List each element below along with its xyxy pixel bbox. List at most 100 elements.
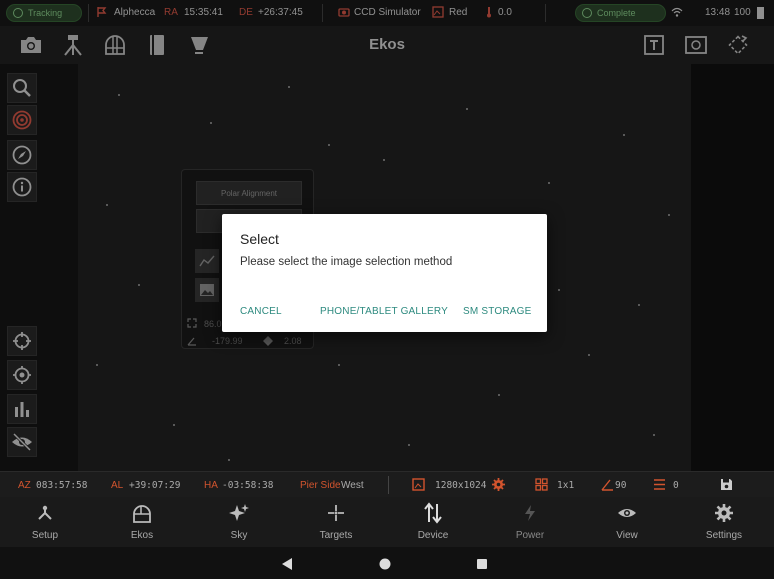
setup-icon [38, 505, 52, 520]
al-value: +39:07:29 [129, 480, 181, 491]
home-icon[interactable] [378, 557, 392, 571]
storage-button[interactable]: SM STORAGE [463, 306, 532, 317]
tracking-pill[interactable]: Tracking [6, 4, 82, 22]
divider [322, 4, 323, 22]
dialog-title: Select [240, 231, 279, 247]
nav-setup[interactable]: Setup [10, 501, 80, 541]
bar-chart-icon [15, 402, 29, 417]
gear-icon[interactable] [492, 478, 505, 491]
star [106, 204, 108, 206]
center-target-button[interactable] [7, 360, 37, 390]
image-button[interactable] [195, 278, 219, 302]
ra-label: RA [164, 7, 178, 18]
star [653, 434, 655, 436]
angle-icon [187, 337, 196, 346]
histogram-button[interactable] [7, 394, 37, 424]
nav-device[interactable]: Device [398, 501, 468, 541]
cancel-button[interactable]: CANCEL [240, 306, 282, 317]
de-value: +26:37:45 [258, 7, 303, 18]
sparkle-icon [229, 504, 249, 521]
status-icon [582, 8, 592, 18]
ha-label: HA [204, 480, 218, 491]
compass-icon [12, 145, 32, 165]
wifi-icon [671, 7, 683, 17]
az-label: AZ [18, 480, 31, 491]
bottom-navigation: Setup Ekos Sky Targets Device Power View… [0, 497, 774, 547]
zoom-button[interactable] [7, 73, 37, 103]
hide-overlay-button[interactable] [7, 427, 37, 457]
gear-icon [715, 504, 733, 522]
az-value: 083:57:58 [36, 480, 88, 491]
search-icon [13, 79, 31, 97]
ra-value: 15:35:41 [184, 7, 223, 18]
image-icon [200, 284, 214, 296]
star [668, 214, 670, 216]
polar-alignment-button[interactable]: Polar Alignment [196, 181, 302, 205]
targets-icon [328, 505, 344, 521]
rotate-icon[interactable] [724, 31, 752, 59]
target-button[interactable] [7, 105, 37, 135]
nav-label: Settings [705, 530, 743, 541]
ha-value: -03:58:38 [222, 480, 274, 491]
gps-fixed-icon [13, 366, 31, 384]
star [498, 394, 500, 396]
capture-status: Complete [597, 8, 636, 18]
nav-label: Ekos [130, 530, 154, 541]
recents-icon[interactable] [475, 557, 489, 571]
nav-sky[interactable]: Sky [204, 501, 274, 541]
swap-vertical-icon [424, 502, 442, 524]
binning-value: 1x1 [557, 480, 575, 491]
star [210, 122, 212, 124]
star [548, 182, 550, 184]
nav-power[interactable]: Power [495, 501, 565, 541]
nav-targets[interactable]: Targets [301, 501, 371, 541]
resolution-icon [412, 478, 425, 491]
divider [88, 4, 89, 22]
status-bar: Tracking Alphecca RA 15:35:41 DE +26:37:… [0, 0, 774, 26]
star [588, 354, 590, 356]
select-dialog: Select Please select the image selection… [222, 214, 547, 332]
de-label: DE [239, 7, 253, 18]
info-button[interactable] [7, 172, 37, 202]
temperature-value: 0.0 [498, 7, 512, 18]
star [228, 459, 230, 461]
bolt-icon [525, 505, 535, 521]
capture-status-pill[interactable]: Complete [575, 4, 666, 22]
star [328, 144, 330, 146]
system-navigation-bar [0, 547, 774, 579]
star [173, 424, 175, 426]
back-icon[interactable] [280, 557, 294, 571]
crosshair-button[interactable] [7, 326, 37, 356]
rotation-icon [601, 479, 613, 491]
nav-label: Sky [230, 530, 248, 541]
star [383, 159, 385, 161]
frame-icon[interactable] [682, 31, 710, 59]
chart-button[interactable] [195, 249, 219, 273]
info-icon [12, 177, 32, 197]
nav-ekos[interactable]: Ekos [107, 501, 177, 541]
eye-icon [618, 509, 636, 517]
fit-screen-icon [187, 318, 197, 328]
rotation-value: 90 [615, 480, 627, 491]
crosshair-icon [13, 332, 31, 350]
thermometer-icon [487, 7, 491, 18]
nav-settings[interactable]: Settings [689, 501, 759, 541]
polar-value-2: -179.99 [212, 336, 243, 346]
text-frame-icon[interactable] [640, 31, 668, 59]
battery-level: 100 [734, 7, 751, 18]
gallery-button[interactable]: PHONE/TABLET GALLERY [320, 306, 448, 317]
pier-side-label: Pier Side [300, 480, 341, 491]
diamond-icon [263, 336, 273, 346]
save-icon[interactable] [720, 478, 733, 491]
eye-off-icon [12, 432, 32, 452]
compass-button[interactable] [7, 140, 37, 170]
tracking-icon [13, 8, 23, 18]
star [558, 289, 560, 291]
star [288, 86, 290, 88]
nav-view[interactable]: View [592, 501, 662, 541]
battery-icon [757, 7, 764, 19]
star [338, 364, 340, 366]
clock: 13:48 [705, 7, 731, 18]
star [118, 94, 120, 96]
star [408, 444, 410, 446]
